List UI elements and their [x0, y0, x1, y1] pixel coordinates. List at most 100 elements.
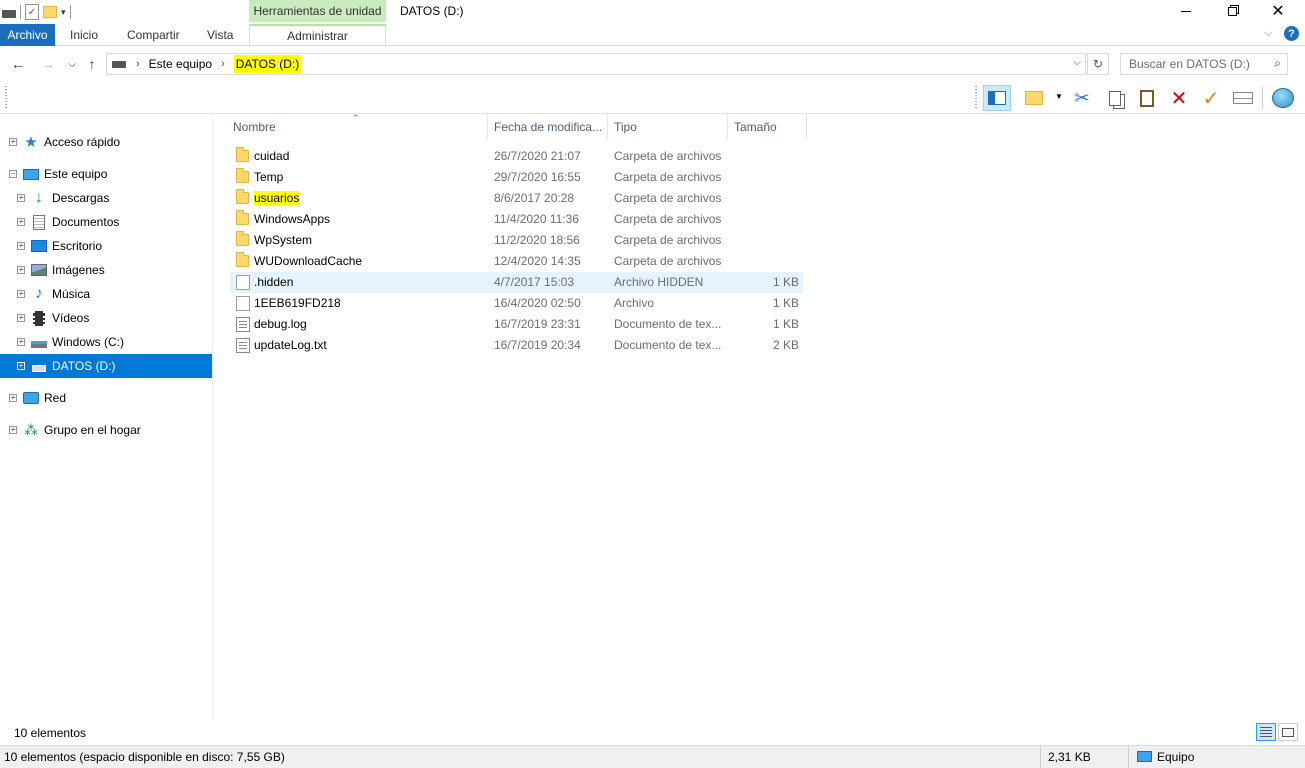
table-row[interactable]: WUDownloadCache 12/4/2020 14:35 Carpeta … [230, 251, 803, 272]
copy-button[interactable] [1101, 85, 1129, 111]
nav-item-escritorio[interactable]: + Escritorio [0, 234, 212, 258]
search-input[interactable]: Buscar en DATOS (D:) ⌕ [1120, 53, 1288, 75]
folder-icon [236, 147, 249, 162]
item-count: 10 elementos [14, 726, 87, 740]
file-type: Carpeta de archivos [614, 191, 722, 205]
properties-icon[interactable]: ✓ [25, 4, 39, 20]
file-name: WpSystem [254, 233, 313, 247]
expand-icon[interactable]: + [17, 266, 25, 274]
file-date: 26/7/2020 21:07 [494, 149, 581, 163]
preview-pane-button[interactable] [983, 85, 1011, 111]
expand-icon[interactable]: + [17, 242, 25, 250]
nav-item-musica[interactable]: + ♪ Música [0, 282, 212, 306]
nav-item-red[interactable]: + Red [0, 386, 212, 410]
address-bar[interactable]: › Este equipo › DATOS (D:) ⌵ [106, 53, 1086, 75]
nav-item-datos-d[interactable]: + DATOS (D:) [0, 354, 212, 378]
expand-icon[interactable]: + [17, 218, 25, 226]
table-row[interactable]: .hidden 4/7/2017 15:03 Archivo HIDDEN 1 … [230, 272, 803, 293]
rename-button[interactable]: ✓ [1197, 85, 1225, 111]
expand-icon[interactable]: + [9, 394, 17, 402]
column-header-fecha[interactable]: Fecha de modifica... [488, 114, 608, 140]
properties-button[interactable] [1229, 85, 1257, 111]
file-list: ⌃ Nombre Fecha de modifica... Tipo Tamañ… [214, 113, 1305, 720]
restore-icon [1227, 6, 1237, 16]
nav-item-videos[interactable]: + Vídeos [0, 306, 212, 330]
column-header-tamano[interactable]: Tamaño [728, 114, 807, 140]
new-folder-icon[interactable] [43, 6, 57, 18]
expand-icon[interactable]: + [17, 362, 25, 370]
folder-icon [236, 168, 249, 183]
table-row[interactable]: WpSystem 11/2/2020 18:56 Carpeta de arch… [230, 230, 803, 251]
details-view-button[interactable] [1256, 723, 1276, 741]
close-button[interactable]: ✕ [1255, 0, 1301, 22]
nav-item-descargas[interactable]: + ↓ Descargas [0, 186, 212, 210]
file-date: 8/6/2017 20:28 [494, 191, 575, 205]
expand-icon[interactable]: + [17, 194, 25, 202]
delete-button[interactable]: ✕ [1165, 85, 1193, 111]
quick-access-toolbar: ✓ ▾ [0, 0, 71, 24]
cut-button[interactable]: ✂ [1068, 85, 1096, 111]
tab-compartir[interactable]: Compartir [127, 24, 180, 46]
nav-item-imagenes[interactable]: + Imágenes [0, 258, 212, 282]
nav-item-label: Grupo en el hogar [44, 423, 141, 437]
expand-icon[interactable]: + [9, 138, 17, 146]
nav-item-acceso-rapido[interactable]: + ★ Acceso rápido [0, 130, 212, 154]
expand-icon[interactable]: + [17, 290, 25, 298]
help-icon[interactable]: ? [1284, 26, 1299, 41]
table-row[interactable]: debug.log 16/7/2019 23:31 Documento de t… [230, 314, 803, 335]
minimize-button[interactable] [1163, 0, 1209, 22]
ribbon-expand-icon[interactable]: ⌵ [1264, 27, 1272, 40]
collapse-icon[interactable]: − [9, 170, 17, 178]
properties-card-icon [1233, 92, 1253, 104]
up-button[interactable]: ↑ [82, 54, 102, 74]
restore-button[interactable] [1209, 0, 1255, 22]
up-arrow-icon: ↑ [88, 56, 96, 72]
table-row[interactable]: updateLog.txt 16/7/2019 20:34 Documento … [230, 335, 803, 356]
table-row[interactable]: 1EEB619FD218 16/4/2020 02:50 Archivo 1 K… [230, 293, 803, 314]
nav-item-grupo-hogar[interactable]: + ⁂ Grupo en el hogar [0, 418, 212, 442]
breadcrumb-datos[interactable]: DATOS (D:) [233, 55, 302, 73]
world-button[interactable] [1269, 85, 1297, 111]
column-header-tipo[interactable]: Tipo [608, 114, 728, 140]
nav-item-windows-c[interactable]: + Windows (C:) [0, 330, 212, 354]
file-type: Carpeta de archivos [614, 233, 722, 247]
documents-icon [31, 214, 47, 230]
table-row[interactable]: cuidad 26/7/2020 21:07 Carpeta de archiv… [230, 146, 803, 167]
column-header-nombre[interactable]: Nombre [227, 114, 488, 140]
drive-icon[interactable] [2, 10, 16, 18]
breadcrumb-separator-icon: › [136, 58, 140, 70]
forward-button[interactable]: → [38, 54, 58, 74]
file-name: .hidden [254, 275, 294, 289]
tab-administrar[interactable]: Administrar [249, 24, 386, 46]
tab-archivo[interactable]: Archivo [0, 24, 55, 46]
computer-icon [23, 166, 39, 182]
file-size: 1 KB [772, 317, 799, 331]
back-button[interactable]: ← [8, 54, 28, 74]
back-arrow-icon: ← [11, 56, 25, 72]
table-row[interactable]: usuarios 8/6/2017 20:28 Carpeta de archi… [230, 188, 803, 209]
expand-icon[interactable]: + [17, 338, 25, 346]
address-dropdown-icon[interactable]: ⌵ [1073, 57, 1081, 68]
layout-dropdown-icon[interactable]: ▼ [1055, 92, 1063, 101]
layout-button[interactable] [1020, 85, 1048, 111]
qat-dropdown-icon[interactable]: ▾ [61, 7, 66, 18]
table-row[interactable]: WindowsApps 11/4/2020 11:36 Carpeta de a… [230, 209, 803, 230]
table-row[interactable]: Temp 29/7/2020 16:55 Carpeta de archivos [230, 167, 803, 188]
breadcrumb-este-equipo[interactable]: Este equipo [149, 57, 212, 71]
large-icons-view-button[interactable] [1278, 723, 1298, 741]
expand-icon[interactable]: + [17, 314, 25, 322]
search-icon: ⌕ [1274, 56, 1281, 70]
refresh-button[interactable]: ↻ [1087, 53, 1109, 75]
breadcrumb-separator-icon: › [221, 58, 225, 70]
nav-item-este-equipo[interactable]: − Este equipo [0, 162, 212, 186]
tab-inicio[interactable]: Inicio [70, 24, 98, 46]
file-size: 2 KB [772, 338, 799, 352]
paste-button[interactable] [1133, 85, 1161, 111]
status-summary: 10 elementos (espacio disponible en disc… [4, 750, 285, 764]
recent-locations-button[interactable]: ⌵ [62, 54, 82, 74]
tab-vista[interactable]: Vista [207, 24, 233, 46]
expand-icon[interactable]: + [9, 426, 17, 434]
file-type: Carpeta de archivos [614, 212, 722, 226]
file-date: 16/7/2019 20:34 [494, 338, 581, 352]
nav-item-documentos[interactable]: + Documentos [0, 210, 212, 234]
